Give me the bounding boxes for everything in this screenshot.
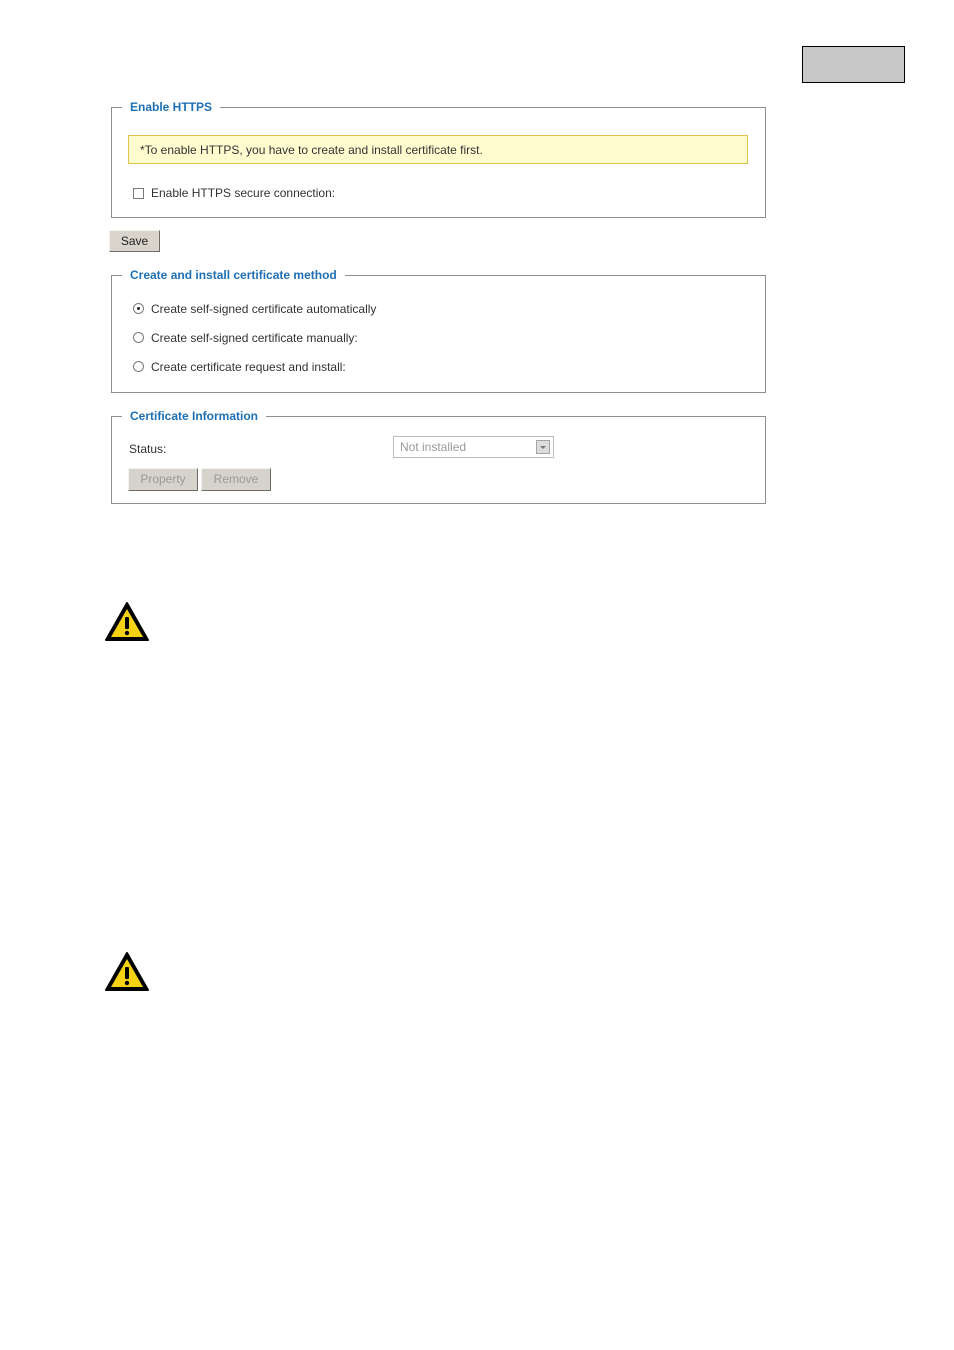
radio-self-signed-auto[interactable] [133, 303, 144, 314]
radio-self-signed-manual-label: Create self-signed certificate manually: [151, 331, 358, 345]
radio-certificate-request-label: Create certificate request and install: [151, 360, 346, 374]
page-corner-box [802, 46, 905, 83]
radio-self-signed-manual[interactable] [133, 332, 144, 343]
save-button[interactable]: Save [109, 230, 160, 252]
enable-https-checkbox[interactable] [133, 188, 144, 199]
certificate-method-legend: Create and install certificate method [130, 268, 337, 282]
status-label: Status: [129, 442, 167, 456]
warning-icon [105, 602, 149, 641]
warning-icon [105, 952, 149, 991]
status-select[interactable]: Not installed [393, 436, 554, 458]
property-button[interactable]: Property [128, 468, 198, 491]
radio-certificate-request[interactable] [133, 361, 144, 372]
https-note: *To enable HTTPS, you have to create and… [128, 135, 748, 164]
enable-https-legend: Enable HTTPS [130, 100, 213, 114]
chevron-down-icon[interactable] [536, 440, 550, 454]
remove-button[interactable]: Remove [201, 468, 271, 491]
enable-https-checkbox-label: Enable HTTPS secure connection: [151, 186, 336, 200]
status-select-value: Not installed [400, 440, 467, 454]
certificate-information-legend: Certificate Information [130, 409, 259, 423]
radio-self-signed-auto-label: Create self-signed certificate automatic… [151, 302, 377, 316]
